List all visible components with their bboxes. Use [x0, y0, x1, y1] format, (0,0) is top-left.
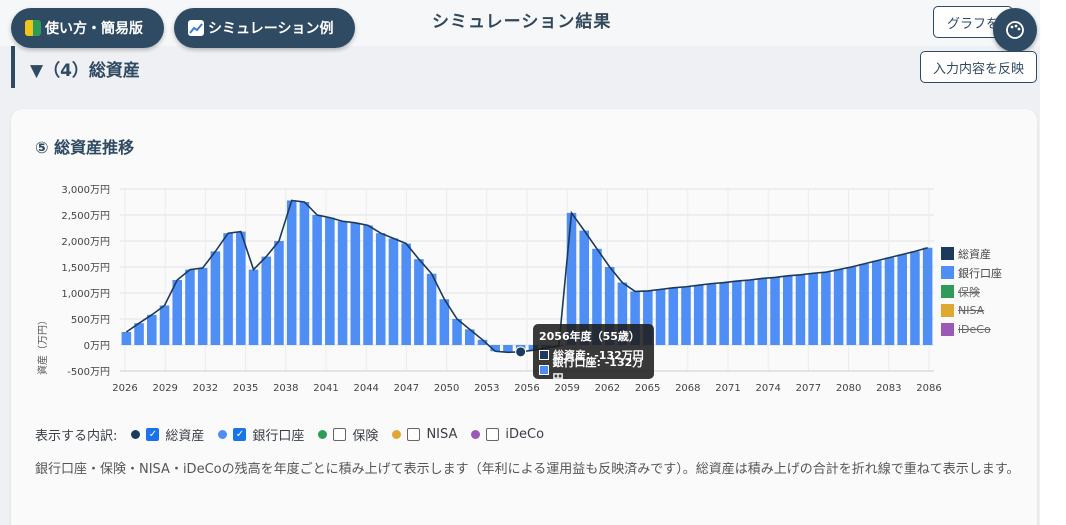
- x-tick-label: 2035: [233, 383, 258, 394]
- toggle-total[interactable]: ✓ 総資産: [131, 425, 204, 444]
- bar-bank: [286, 200, 297, 345]
- toggles-label: 表示する内訳:: [35, 429, 118, 444]
- x-tick-label: 2029: [152, 383, 177, 394]
- x-tick-label: 2041: [313, 383, 338, 394]
- bar-bank: [871, 260, 882, 345]
- bar-bank: [897, 254, 907, 345]
- chart-tooltip: 2056年度（55歳） 総資産: -132万円 銀行口座: -132万円: [533, 324, 654, 385]
- legend-item-insurance[interactable]: 保険: [941, 282, 1002, 301]
- y-tick-label: 0万円: [84, 341, 110, 352]
- y-tick-label: 1,500万円: [61, 263, 110, 274]
- bar-bank: [312, 215, 322, 345]
- total-assets-chart: 3,000万円 2,500万円 2,000万円 1,500万円 1,000万円 500万円…: [36, 185, 942, 394]
- bar-bank: [210, 251, 221, 345]
- bar-bank: [757, 278, 768, 345]
- x-tick-label: 2047: [394, 383, 419, 394]
- chart-note: 銀行口座・保険・NISA・iDeCoの残高を年度ごとに積み上げて表示します（年利…: [35, 462, 1020, 477]
- x-tick-label: 2086: [916, 383, 941, 394]
- bar-bank: [922, 247, 933, 345]
- bar-bank: [795, 274, 806, 345]
- bar-bank: [859, 263, 869, 345]
- toggle-ideco[interactable]: iDeCo: [471, 427, 544, 442]
- tooltip-title: 2056年度（55歳）: [539, 330, 640, 343]
- bar-bank: [363, 225, 373, 345]
- bar-bank: [782, 275, 793, 345]
- bar-bank: [375, 233, 386, 345]
- bar-bank: [261, 256, 272, 345]
- bar-bank: [426, 273, 437, 345]
- tooltip-bank: 銀行口座: -132万円: [552, 355, 644, 385]
- y-tick-label: 500万円: [71, 315, 110, 326]
- bar-bank: [706, 283, 717, 345]
- bar-bank: [337, 221, 348, 345]
- bar-bank: [719, 282, 729, 345]
- bar-bank: [884, 257, 895, 345]
- bar-bank: [299, 202, 310, 345]
- bar-bank: [121, 332, 132, 345]
- legend-item-total[interactable]: 総資産: [941, 244, 1002, 263]
- bar-bank: [350, 222, 361, 345]
- bar-bank: [159, 305, 170, 345]
- bar-bank: [401, 243, 411, 345]
- bar-bank: [732, 281, 742, 345]
- toggle-bank[interactable]: ✓ 銀行口座: [218, 425, 304, 444]
- x-tick-label: 2077: [796, 383, 821, 394]
- bar-bank: [846, 267, 857, 345]
- bar-bank: [172, 280, 183, 345]
- x-tick-label: 2044: [353, 383, 378, 394]
- bar-bank: [236, 231, 246, 345]
- bar-bank: [147, 314, 157, 345]
- bar-bank: [910, 251, 920, 345]
- bar-bank: [325, 217, 335, 345]
- x-tick-label: 2038: [273, 383, 298, 394]
- bar-bank: [693, 285, 704, 345]
- x-axis: 2026 2029 2032 2035 2038 2041 2044 2047 2050 2053…: [112, 383, 941, 394]
- bar-bank: [414, 259, 424, 345]
- bar-bank: [821, 272, 831, 345]
- toggle-nisa[interactable]: NISA: [392, 427, 457, 442]
- bar-bank: [668, 287, 679, 345]
- y-tick-label: -500万円: [67, 367, 110, 378]
- bar-bank: [681, 286, 691, 345]
- legend-item-ideco[interactable]: iDeCo: [941, 320, 1002, 339]
- x-tick-label: 2056: [514, 383, 539, 394]
- x-tick-label: 2083: [876, 383, 901, 394]
- y-tick-label: 2,500万円: [61, 211, 110, 222]
- series-toggles: 表示する内訳: ✓ 総資産 ✓ 銀行口座 保険 NISA iDeCo: [35, 425, 552, 444]
- y-tick-label: 1,000万円: [61, 289, 110, 300]
- bar-bank: [274, 241, 284, 345]
- x-tick-label: 2071: [715, 383, 740, 394]
- bar-bank: [503, 345, 513, 353]
- bar-bank: [388, 238, 399, 345]
- bar-bank: [197, 268, 208, 345]
- legend-item-bank[interactable]: 銀行口座: [941, 263, 1002, 282]
- bar-bank: [439, 299, 450, 345]
- hovered-point: [515, 346, 527, 358]
- bar-bank: [223, 233, 233, 345]
- bar-bank: [655, 289, 666, 345]
- bar-bank: [833, 269, 844, 345]
- bar-bank: [248, 269, 259, 345]
- legend-item-nisa[interactable]: NISA: [941, 301, 1002, 320]
- x-tick-label: 2053: [474, 383, 499, 394]
- bar-bank: [744, 280, 755, 345]
- y-tick-label: 2,000万円: [61, 237, 110, 248]
- bar-bank: [770, 277, 780, 345]
- toggle-insurance[interactable]: 保険: [318, 425, 378, 444]
- bar-bank: [185, 269, 195, 345]
- x-tick-label: 2050: [434, 383, 459, 394]
- x-tick-label: 2068: [675, 383, 700, 394]
- y-axis: 3,000万円 2,500万円 2,000万円 1,500万円 1,000万円 500万円…: [61, 185, 110, 378]
- y-tick-label: 3,000万円: [61, 185, 110, 196]
- x-tick-label: 2032: [193, 383, 218, 394]
- chart-legend: 総資産 銀行口座 保険 NISA iDeCo: [941, 244, 1002, 339]
- bar-bank: [452, 319, 462, 345]
- y-axis-label: 資産（万円）: [36, 315, 49, 375]
- bar-bank: [808, 273, 818, 345]
- x-tick-label: 2080: [836, 383, 861, 394]
- x-tick-label: 2026: [112, 383, 137, 394]
- x-tick-label: 2074: [755, 383, 780, 394]
